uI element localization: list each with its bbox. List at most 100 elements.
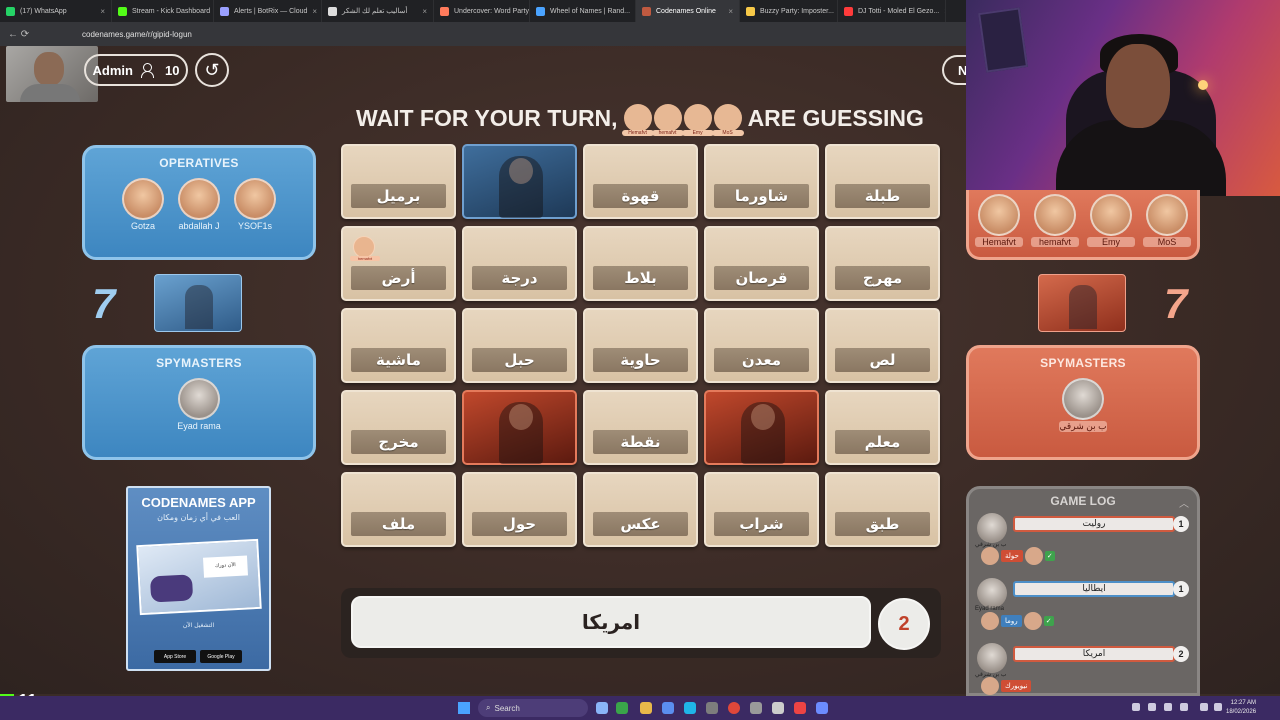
- url-text[interactable]: codenames.game/r/gipid-logun: [82, 30, 192, 39]
- blue-spymasters-panel[interactable]: SPYMASTERS Eyad rama: [82, 345, 316, 460]
- word-card[interactable]: [462, 144, 577, 219]
- network-icon[interactable]: [1180, 703, 1188, 711]
- player-avatar: [978, 194, 1020, 236]
- app3-icon[interactable]: [794, 702, 806, 714]
- player[interactable]: MoS: [1143, 194, 1191, 247]
- tray-icon-3[interactable]: [1214, 703, 1222, 711]
- player-avatar: [1062, 378, 1104, 420]
- word-card[interactable]: مخرج: [341, 390, 456, 465]
- close-icon[interactable]: ×: [312, 7, 317, 16]
- player[interactable]: Gotza: [119, 178, 167, 231]
- battery-icon[interactable]: [1200, 703, 1208, 711]
- word-card[interactable]: شاورما: [704, 144, 819, 219]
- tray-icon-2[interactable]: [1148, 703, 1156, 711]
- word-card[interactable]: درجة: [462, 226, 577, 301]
- browser-tab[interactable]: أساليب تعلم لك الشكر ×: [322, 0, 434, 22]
- word-card[interactable]: شراب: [704, 472, 819, 547]
- player-avatar: [1146, 194, 1188, 236]
- taskbar-clock[interactable]: 12:27 AM 18/02/2026: [1226, 699, 1256, 717]
- word-card[interactable]: معدن: [704, 308, 819, 383]
- taskbar-search[interactable]: ⌕ Search: [478, 699, 588, 717]
- player[interactable]: abdallah J: [175, 178, 223, 231]
- google-play-button[interactable]: Google Play: [200, 650, 242, 663]
- log-entry: Eyad rama ايطاليا 1 روما ✓: [975, 578, 1191, 638]
- player[interactable]: Eyad rama: [175, 378, 223, 431]
- word-card[interactable]: [704, 390, 819, 465]
- card-vote-avatar: hemafvt: [350, 236, 380, 261]
- player[interactable]: YSOF1s: [231, 178, 279, 231]
- browser-tab[interactable]: DJ Totti - Moled El Gezo... ×: [838, 0, 946, 22]
- guessed-word: نيويورك: [1001, 680, 1032, 692]
- guesser-name: hemafvt: [651, 130, 684, 136]
- tab-favicon-icon: [220, 6, 229, 16]
- word-card[interactable]: ماشية: [341, 308, 456, 383]
- blue-operatives-panel[interactable]: OPERATIVES Gotza abdallah J YSOF1s: [82, 145, 316, 260]
- word-card[interactable]: معلم: [825, 390, 940, 465]
- word-card[interactable]: حول: [462, 472, 577, 547]
- word-card[interactable]: ملف: [341, 472, 456, 547]
- codenames-app-ad[interactable]: CODENAMES APP العب في أي زمان ومكان الآن…: [126, 486, 271, 671]
- word-card[interactable]: [462, 390, 577, 465]
- browser-tab[interactable]: Alerts | BotRix — Cloud ×: [214, 0, 322, 22]
- tab-label: Undercover: Word Party: [454, 7, 529, 15]
- word-card[interactable]: برميل: [341, 144, 456, 219]
- word-card[interactable]: بلاط: [583, 226, 698, 301]
- app-icon[interactable]: [616, 702, 628, 714]
- word-card[interactable]: عكس: [583, 472, 698, 547]
- mail-icon[interactable]: [772, 702, 784, 714]
- close-icon[interactable]: ×: [728, 7, 733, 16]
- player[interactable]: ب بن شرقي: [1059, 378, 1107, 432]
- nav-buttons[interactable]: ← ⟳: [8, 29, 68, 40]
- chrome-icon[interactable]: [728, 702, 740, 714]
- word-card-label: درجة: [472, 266, 567, 290]
- player[interactable]: hemafvt: [1031, 194, 1079, 247]
- files-icon[interactable]: [596, 702, 608, 714]
- close-icon[interactable]: ×: [100, 7, 105, 16]
- guesser-avatar: Hemafvt: [621, 104, 654, 136]
- settings-icon[interactable]: [750, 702, 762, 714]
- browser-tab[interactable]: (17) WhatsApp ×: [0, 0, 112, 22]
- close-icon[interactable]: ×: [944, 7, 945, 16]
- red-operatives-panel[interactable]: Hemafvt hemafvt Emy MoS: [966, 190, 1200, 260]
- folder-icon[interactable]: [640, 702, 652, 714]
- player[interactable]: Hemafvt: [975, 194, 1023, 247]
- card-vote-name: hemafvt: [350, 256, 380, 261]
- discord-icon[interactable]: [816, 702, 828, 714]
- log-entry: ب بن شرقي امريكا 2 نيويورك: [975, 643, 1191, 703]
- word-card[interactable]: حبل: [462, 308, 577, 383]
- browser-tab[interactable]: Wheel of Names | Rand...×: [530, 0, 636, 22]
- word-card[interactable]: لص: [825, 308, 940, 383]
- word-card[interactable]: قرصان: [704, 226, 819, 301]
- blue-operatives-list: Gotza abdallah J YSOF1s: [85, 178, 313, 231]
- player-name: abdallah J: [178, 221, 220, 231]
- word-card[interactable]: طبق: [825, 472, 940, 547]
- word-card[interactable]: قهوة: [583, 144, 698, 219]
- tray-icon-1[interactable]: [1132, 703, 1140, 711]
- app2-icon[interactable]: [706, 702, 718, 714]
- tab-label: أساليب تعلم لك الشكر: [342, 8, 408, 15]
- word-card[interactable]: أرض hemafvt: [341, 226, 456, 301]
- word-card[interactable]: مهرج: [825, 226, 940, 301]
- chevron-up-icon[interactable]: ︿: [1179, 495, 1189, 510]
- close-icon[interactable]: ×: [422, 7, 427, 16]
- word-card[interactable]: طبلة: [825, 144, 940, 219]
- admin-button[interactable]: Admin 10: [84, 54, 188, 86]
- word-card-label: حاوية: [593, 348, 688, 372]
- browser-tab[interactable]: Undercover: Word Party×: [434, 0, 530, 22]
- player-name: YSOF1s: [237, 221, 272, 231]
- word-card[interactable]: نقطة: [583, 390, 698, 465]
- browser-tab[interactable]: Buzzy Party: Imposter...×: [740, 0, 838, 22]
- browser-tab[interactable]: Stream - Kick Dashboard×: [112, 0, 214, 22]
- edge-icon[interactable]: [684, 702, 696, 714]
- word-card[interactable]: حاوية: [583, 308, 698, 383]
- red-spymasters-panel[interactable]: SPYMASTERS ب بن شرقي: [966, 345, 1200, 460]
- browser-tab[interactable]: Codenames Online ×: [636, 0, 740, 22]
- tab-favicon-icon: [746, 6, 755, 16]
- word-card-label: ماشية: [351, 348, 446, 372]
- reset-icon[interactable]: ↺: [195, 53, 229, 87]
- app-store-button[interactable]: App Store: [154, 650, 196, 663]
- player[interactable]: Emy: [1087, 194, 1135, 247]
- store-icon[interactable]: [662, 702, 674, 714]
- windows-start-icon[interactable]: [458, 702, 470, 714]
- volume-icon[interactable]: [1164, 703, 1172, 711]
